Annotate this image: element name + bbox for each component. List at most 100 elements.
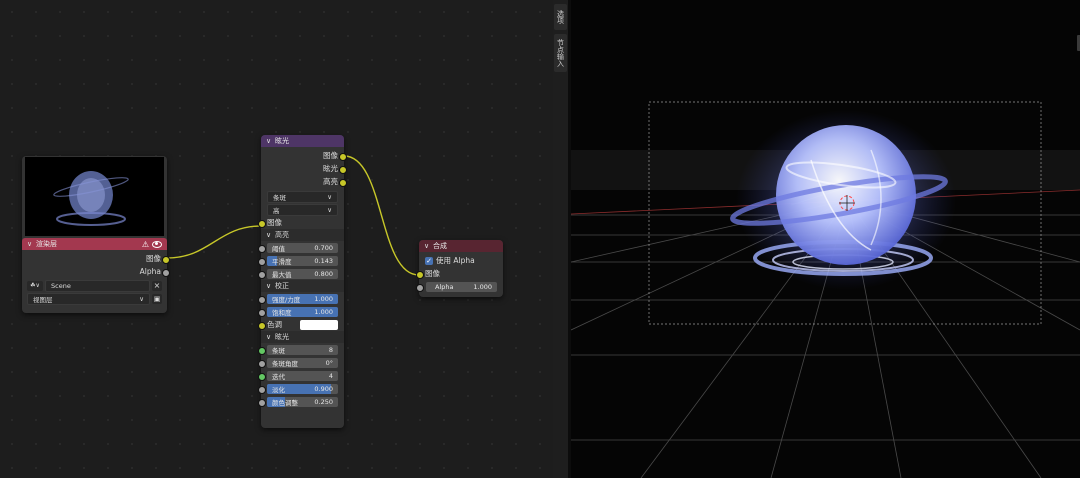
socket-input[interactable] — [258, 244, 266, 253]
socket-input[interactable] — [258, 308, 266, 317]
glare-panel-header[interactable]: ∨ 眩光 — [261, 331, 344, 343]
slider-label: 强度/力度 — [272, 295, 301, 304]
value-slider[interactable]: 强度/力度 1.000 — [267, 293, 338, 304]
socket-composite-image-in[interactable] — [416, 270, 424, 279]
alpha-field[interactable]: Alpha 1.000 — [426, 281, 497, 292]
slider-value: 8 — [328, 345, 333, 354]
socket-input[interactable] — [258, 270, 266, 279]
scene-field[interactable]: Scene — [45, 279, 150, 292]
value-slider[interactable]: 迭代 4 — [267, 370, 338, 381]
node-editor[interactable]: ∨ 渲染层 ⚠ 图像 Alpha ☘∨ Scene × 视图层 ∨ ▣ ∨ 眩光… — [0, 0, 553, 478]
value-slider[interactable]: 最大值 0.800 — [267, 268, 338, 279]
socket-input[interactable] — [258, 257, 266, 266]
glare-header[interactable]: ∨ 眩光 — [261, 135, 344, 147]
slider-label: 阈值 — [272, 244, 285, 253]
field-row: 条斑 8 — [258, 343, 344, 356]
value-slider[interactable]: 阈值 0.700 — [267, 242, 338, 253]
glare-panel-title: 眩光 — [275, 333, 289, 341]
collapse-chevron-icon[interactable]: ∨ — [266, 231, 275, 239]
slider-label: 条斑 — [272, 346, 285, 355]
render-preview — [25, 157, 164, 236]
slider-label: 淡化 — [272, 385, 285, 394]
socket-glare-highlights-out[interactable] — [339, 178, 347, 187]
render-layers-node[interactable]: ∨ 渲染层 ⚠ 图像 Alpha ☘∨ Scene × 视图层 ∨ ▣ — [22, 156, 170, 313]
output-alpha-label: Alpha — [139, 267, 161, 276]
collapse-chevron-icon[interactable]: ∨ — [27, 240, 36, 248]
use-alpha-row[interactable]: ✓ 使用 Alpha — [419, 254, 503, 267]
quality-dropdown[interactable]: 高 ∨ — [267, 203, 338, 216]
value-slider[interactable]: 颜色调整 0.250 — [267, 396, 338, 407]
view-layer-dropdown[interactable]: 视图层 ∨ — [27, 292, 150, 305]
socket-input[interactable] — [258, 359, 266, 368]
scene-name: Scene — [51, 281, 71, 290]
composite-alpha-row: Alpha 1.000 — [416, 280, 503, 293]
highlights-panel-title: 高亮 — [275, 231, 289, 239]
render-layer-icon[interactable]: ▣ — [152, 293, 162, 304]
chevron-down-icon: ∨ — [139, 294, 144, 303]
eye-icon[interactable] — [152, 240, 162, 248]
quality-value: 高 — [273, 206, 280, 215]
field-row: 强度/力度 1.000 — [258, 292, 344, 305]
collapse-chevron-icon[interactable]: ∨ — [266, 137, 275, 145]
output-image-label: 图像 — [146, 254, 161, 263]
glare-type-dropdown[interactable]: 条斑 ∨ — [267, 190, 338, 203]
composite-input-image: 图像 — [416, 267, 503, 280]
socket-input[interactable] — [258, 372, 266, 381]
field-row: 饱和度 1.000 — [258, 305, 344, 318]
socket-image-out[interactable] — [162, 255, 170, 264]
glare-output-highlights: 高亮 — [261, 175, 347, 188]
output-alpha: Alpha — [22, 265, 170, 278]
socket-glare-glare-out[interactable] — [339, 165, 347, 174]
slider-label: 平滑度 — [272, 257, 292, 266]
socket-input[interactable] — [258, 385, 266, 394]
render-layers-header[interactable]: ∨ 渲染层 ⚠ — [22, 238, 167, 250]
scene-row: ☘∨ Scene × — [22, 279, 167, 292]
tab-node-inputs[interactable]: 节点输入 — [554, 34, 567, 72]
socket-glare-image-in[interactable] — [258, 219, 266, 228]
socket-alpha-out[interactable] — [162, 268, 170, 277]
value-slider[interactable]: 淡化 0.900 — [267, 383, 338, 394]
link-glare-to-composite — [343, 155, 420, 276]
collapse-chevron-icon[interactable]: ∨ — [424, 242, 433, 250]
socket-input[interactable] — [258, 295, 266, 304]
preview-image — [53, 171, 129, 226]
chevron-down-icon: ∨ — [327, 192, 332, 201]
adjust-panel-title: 校正 — [275, 282, 289, 290]
view-layer-row: 视图层 ∨ ▣ — [22, 292, 167, 305]
socket-input[interactable] — [258, 398, 266, 407]
scene-icon[interactable]: ☘∨ — [27, 280, 43, 291]
warning-icon: ⚠ — [141, 239, 149, 249]
socket-input[interactable] — [258, 346, 266, 355]
use-alpha-checkbox[interactable]: ✓ — [425, 256, 433, 265]
tab-options[interactable]: 选项 — [554, 4, 567, 30]
collapse-chevron-icon[interactable]: ∨ — [266, 282, 275, 290]
clear-scene-icon[interactable]: × — [152, 280, 162, 291]
slider-value: 0.900 — [314, 384, 333, 393]
glare-title: 眩光 — [275, 137, 289, 145]
composite-node[interactable]: ∨ 合成 ✓ 使用 Alpha 图像 Alpha 1.000 — [416, 240, 503, 297]
glare-output-glare-label: 眩光 — [323, 164, 338, 173]
socket-glare-image-out[interactable] — [339, 152, 347, 161]
value-slider[interactable]: 条斑 8 — [267, 344, 338, 355]
tint-label: 色调 — [267, 320, 282, 329]
socket-tint-in[interactable] — [258, 321, 266, 330]
glare-output-glare: 眩光 — [261, 162, 347, 175]
collapse-chevron-icon[interactable]: ∨ — [266, 333, 275, 341]
render-layers-title: 渲染层 — [36, 240, 57, 248]
field-row: 最大值 0.800 — [258, 267, 344, 280]
glare-input-image: 图像 — [258, 216, 344, 229]
glare-node[interactable]: ∨ 眩光 图像 眩光 高亮 条斑 ∨ 高 ∨ 图像 ∨ 高亮 阈值 0.700 … — [258, 135, 347, 428]
composite-header[interactable]: ∨ 合成 — [419, 240, 503, 252]
socket-composite-alpha-in[interactable] — [416, 283, 424, 292]
value-slider[interactable]: 饱和度 1.000 — [267, 306, 338, 317]
link-render-to-glare — [166, 225, 262, 259]
3d-viewport[interactable] — [571, 0, 1080, 478]
value-slider[interactable]: 平滑度 0.143 — [267, 255, 338, 266]
value-slider[interactable]: 条斑角度 0° — [267, 357, 338, 368]
adjust-panel-header[interactable]: ∨ 校正 — [261, 280, 344, 292]
tab-node-inputs-label: 节点输入 — [556, 39, 565, 67]
view-layer-name: 视图层 — [33, 295, 53, 304]
tint-color-swatch[interactable] — [300, 319, 338, 330]
highlights-panel-header[interactable]: ∨ 高亮 — [261, 229, 344, 241]
quality-row: 高 ∨ — [261, 203, 344, 216]
